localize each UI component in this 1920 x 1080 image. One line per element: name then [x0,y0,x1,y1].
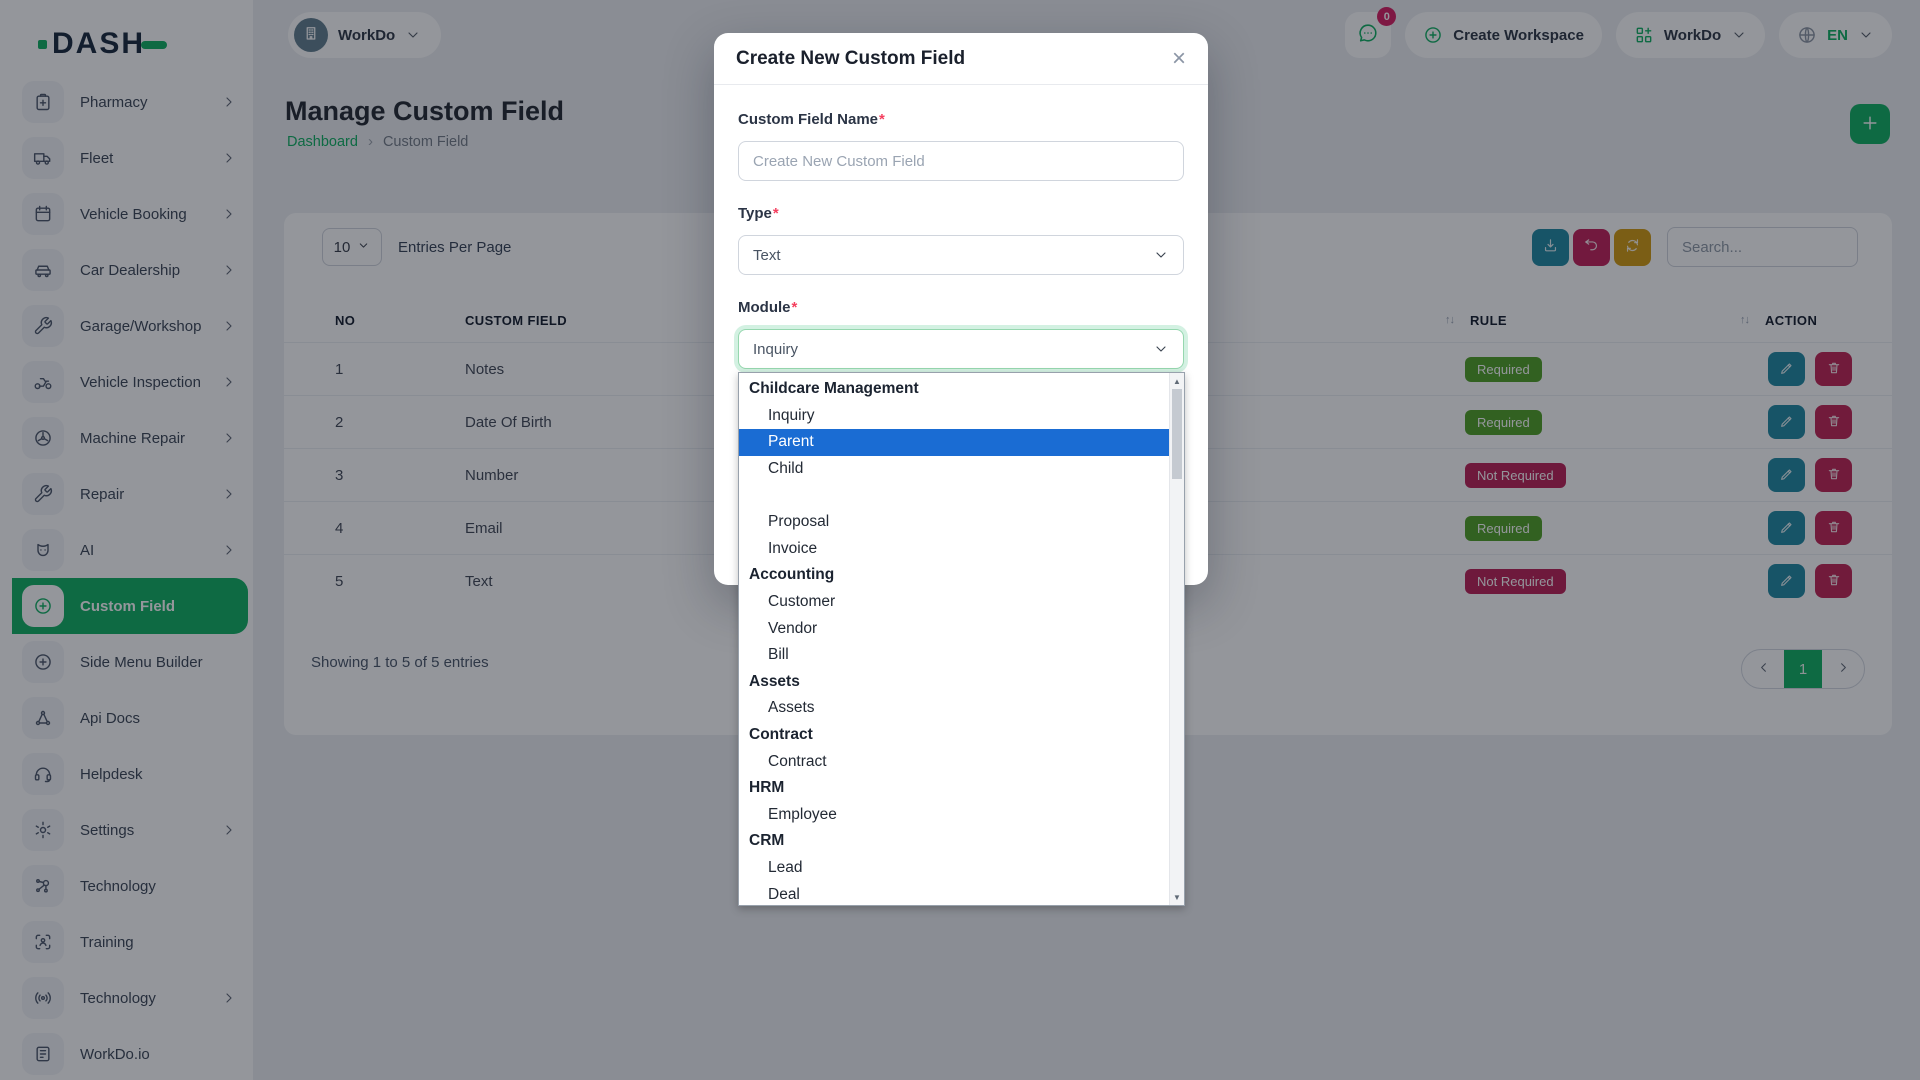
type-label: Type* [738,205,1184,223]
close-icon[interactable]: × [1172,46,1186,71]
module-label-text: Module [738,299,791,316]
module-option-invoice[interactable]: Invoice [739,536,1169,563]
scrollbar-thumb[interactable] [1172,389,1182,479]
module-option-proposal[interactable]: Proposal [739,509,1169,536]
module-option-contract[interactable]: Contract [739,748,1169,775]
modal-body: Custom Field Name* Type* Text Module* In… [714,85,1208,369]
custom-field-name-label-text: Custom Field Name [738,111,879,128]
module-group-blank [739,482,1169,509]
scrollbar-up-arrow-icon[interactable]: ▲ [1170,374,1184,388]
modal-title: Create New Custom Field [736,47,966,69]
module-dropdown-list: Childcare Management Inquiry Parent Child Pr… [738,372,1185,906]
type-label-text: Type [738,205,772,222]
module-dropdown-options: Childcare Management Inquiry Parent Child Pr… [739,373,1169,905]
module-group-assets: Assets [749,672,800,690]
module-option-inquiry[interactable]: Inquiry [739,403,1169,430]
module-option-customer[interactable]: Customer [739,589,1169,616]
custom-field-name-input[interactable] [738,141,1184,181]
module-option-bill[interactable]: Bill [739,642,1169,669]
dropdown-scrollbar[interactable]: ▲ ▼ [1169,373,1184,905]
type-select-value: Text [753,246,781,264]
module-group-contract: Contract [749,726,813,744]
module-select-value: Inquiry [753,340,799,358]
required-asterisk: * [791,299,798,316]
module-option-vendor[interactable]: Vendor [739,615,1169,642]
modal-header: Create New Custom Field × [714,33,1208,85]
module-option-assets[interactable]: Assets [739,695,1169,722]
type-select[interactable]: Text [738,235,1184,275]
chevron-down-icon [1153,247,1169,263]
module-group-childcare-management: Childcare Management [749,380,919,398]
module-group-crm: CRM [749,832,785,850]
module-group-accounting: Accounting [749,566,835,584]
module-select[interactable]: Inquiry [738,329,1184,369]
module-option-lead[interactable]: Lead [739,855,1169,882]
chevron-down-icon [1153,341,1169,357]
scrollbar-down-arrow-icon[interactable]: ▼ [1170,890,1184,904]
module-option-child[interactable]: Child [739,456,1169,483]
module-option-deal[interactable]: Deal [739,881,1169,905]
module-option-parent[interactable]: Parent [739,429,1169,456]
module-label: Module* [738,299,1184,317]
required-asterisk: * [879,111,885,128]
module-group-hrm: HRM [749,779,785,797]
required-asterisk: * [772,205,779,222]
module-option-employee[interactable]: Employee [739,802,1169,829]
custom-field-name-label: Custom Field Name* [738,111,1184,129]
